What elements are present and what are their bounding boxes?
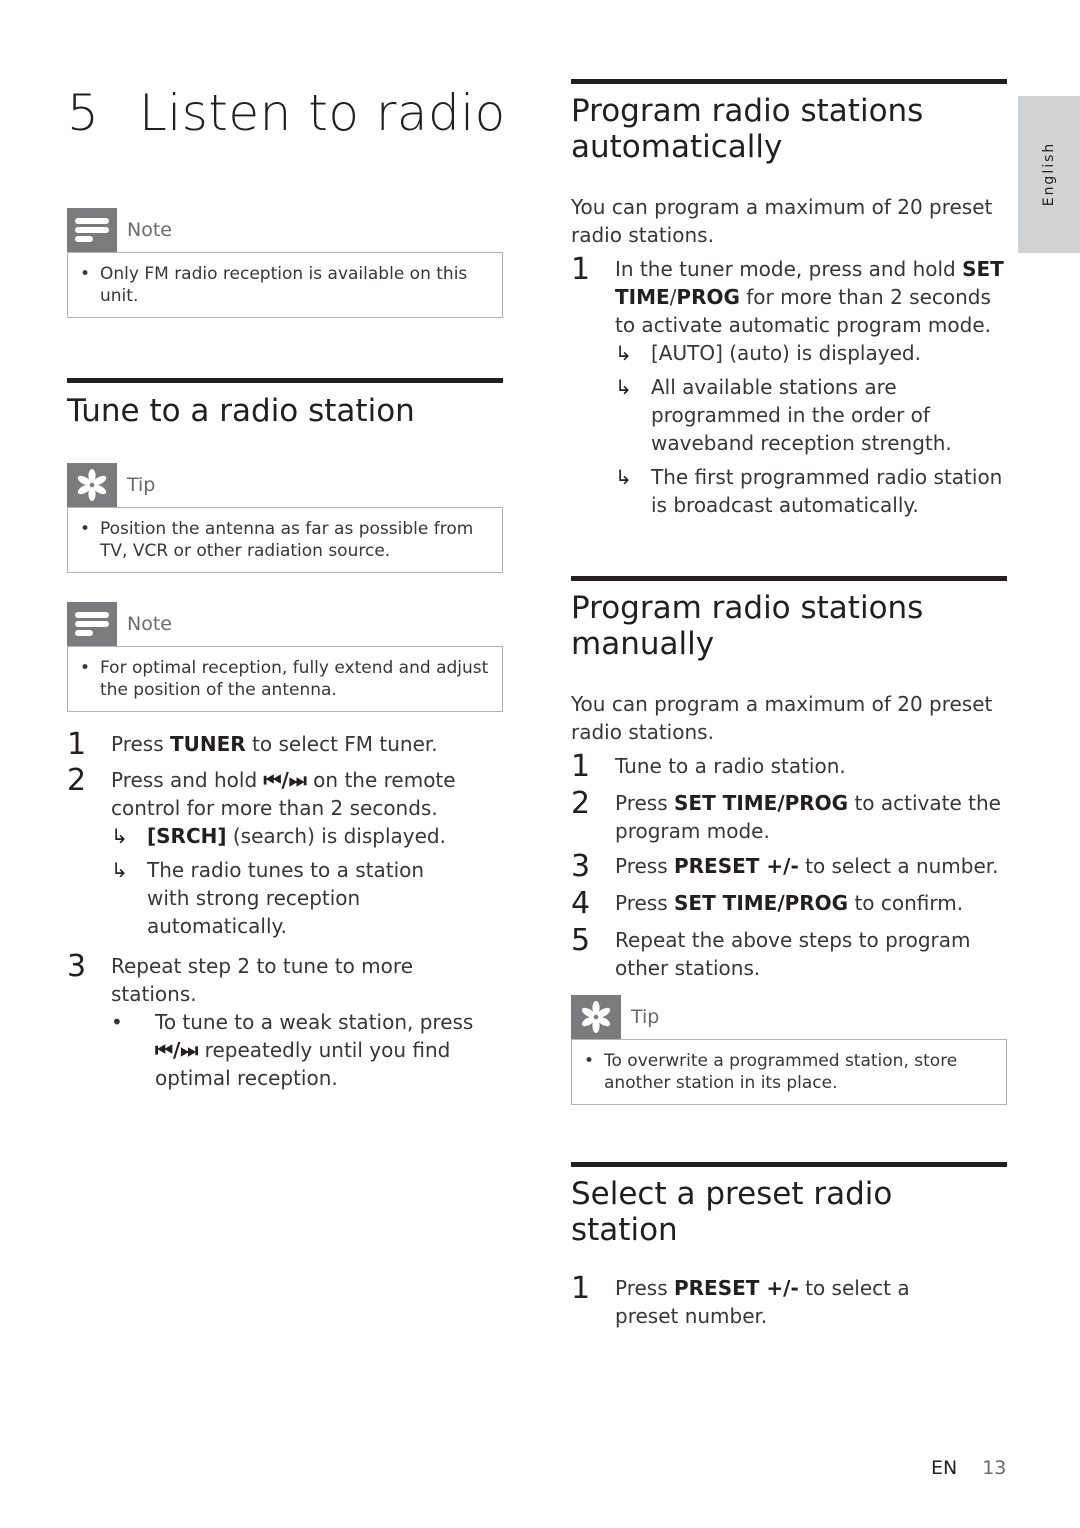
step: 3 Press PRESET +/- to select a number. <box>571 849 999 884</box>
prev-next-icon: ⏮/⏭ <box>155 1038 199 1062</box>
step-result: ↳ The radio tunes to a station with stron… <box>111 858 425 938</box>
footer-lang: EN <box>931 1457 958 1479</box>
tip-icon <box>571 995 621 1039</box>
section-rule <box>571 1162 1007 1167</box>
tip-box: Tip • Position the antenna as far as poss… <box>67 463 503 573</box>
note-item: • Only FM radio reception is available on… <box>80 264 468 306</box>
tip-icon <box>67 463 117 507</box>
note-icon <box>67 602 117 646</box>
page-footer: EN 13 <box>931 1457 1006 1479</box>
note-icon <box>67 208 117 252</box>
step: 3 Repeat step 2 to tune to more stations… <box>67 952 503 1092</box>
tip-box: Tip • To overwrite a programmed station, … <box>571 995 1007 1105</box>
step: 4 Press SET TIME/PROG to confirm. <box>571 886 964 921</box>
result-arrow-icon: ↳ <box>111 824 128 848</box>
tip-label: Tip <box>631 1006 660 1028</box>
section-preset: Select a preset radio station 1 Press PRE… <box>571 1162 1007 1330</box>
section-intro: You can program a maximum of 20 preset r… <box>571 195 993 247</box>
language-tab-label: English <box>1041 141 1057 207</box>
section-title: Tune to a radio station <box>67 393 415 429</box>
step-result: ↳ The first programmed radio station is b… <box>615 465 1003 517</box>
chapter-title-text: Listen to radio <box>139 84 506 142</box>
section-rule <box>571 79 1007 84</box>
section-title: Select a preset radio station <box>571 1176 893 1248</box>
prev-next-icon: ⏮/⏭ <box>263 768 307 792</box>
step: 1 Tune to a radio station. <box>571 749 846 784</box>
note-label: Note <box>127 219 172 241</box>
language-tab: English <box>1018 96 1080 253</box>
note-label: Note <box>127 613 172 635</box>
step-result: ↳ All available stations are programmed i… <box>615 375 952 455</box>
section-tune: Tune to a radio station <box>67 378 503 429</box>
section-rule <box>67 378 503 383</box>
note-item: • For optimal reception, fully extend and… <box>80 658 489 700</box>
section-rule <box>571 576 1007 581</box>
section-title: Program radio stations automatically <box>571 93 924 165</box>
step: 1 Press PRESET +/- to select a preset num… <box>571 1271 910 1329</box>
step: 1 Press TUNER to select FM tuner. <box>67 727 438 762</box>
result-arrow-icon: ↳ <box>111 858 128 882</box>
tip-item: • Position the antenna as far as possible… <box>80 519 474 561</box>
step-result: ↳ [AUTO] (auto) is displayed. <box>615 341 921 365</box>
step-result: ↳ [SRCH] (search) is displayed. <box>111 824 446 848</box>
step-bullet: • To tune to a weak station, press ⏮/⏭ re… <box>111 1010 474 1090</box>
page-number: 13 <box>982 1457 1007 1479</box>
tip-label: Tip <box>127 474 156 496</box>
result-arrow-icon: ↳ <box>615 465 632 489</box>
result-arrow-icon: ↳ <box>615 341 632 365</box>
section-auto: Program radio stations automatically You… <box>571 79 1007 519</box>
step: 2 Press and hold ⏮/⏭ on the remote contr… <box>67 766 503 940</box>
step: 1 In the tuner mode, press and hold SET … <box>571 255 1007 519</box>
section-title: Program radio stations manually <box>571 590 924 662</box>
step: 2 Press SET TIME/PROG to activate the pro… <box>571 786 1001 844</box>
chapter-number: 5 <box>67 84 100 142</box>
note-box: Note • For optimal reception, fully exten… <box>67 602 503 712</box>
section-intro: You can program a maximum of 20 preset r… <box>571 692 993 744</box>
tune-steps: 1 Press TUNER to select FM tuner. 2 Pres… <box>67 730 503 1092</box>
chapter-title: 5 Listen to radio <box>67 84 506 142</box>
result-arrow-icon: ↳ <box>615 375 632 399</box>
tip-item: • To overwrite a programmed station, stor… <box>584 1051 958 1093</box>
step: 5 Repeat the above steps to program other… <box>571 923 971 981</box>
note-box: Note • Only FM radio reception is availab… <box>67 208 503 318</box>
section-manual: Program radio stations manually You can … <box>571 576 1007 982</box>
